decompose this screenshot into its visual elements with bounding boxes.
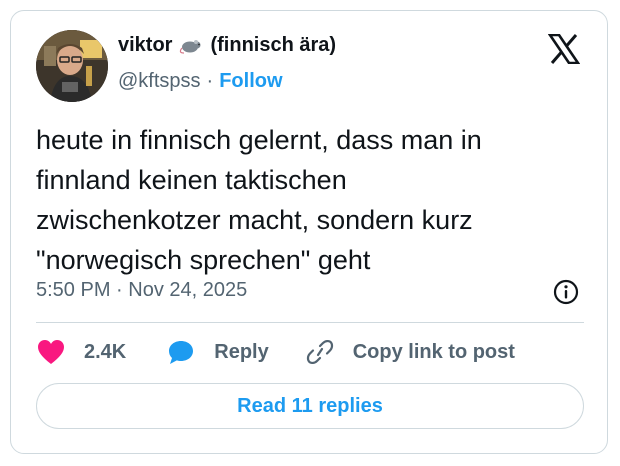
like-button[interactable]: 2.4K — [36, 338, 126, 366]
speech-bubble-icon — [169, 341, 194, 364]
author-display-name[interactable]: viktor — [118, 34, 172, 57]
rat-emoji-icon — [178, 37, 204, 55]
author-name-suffix[interactable]: (finnisch ära) — [210, 34, 336, 57]
follow-button[interactable]: Follow — [219, 70, 282, 92]
post-timestamp[interactable]: 5:50 PM · Nov 24, 2025 — [36, 279, 247, 302]
divider — [36, 322, 584, 323]
separator-dot: · — [206, 70, 214, 92]
action-bar: 2.4K Reply Copy link to post — [36, 336, 515, 368]
post-text: heute in finnisch gelernt, dass man in f… — [36, 125, 482, 275]
link-icon — [306, 339, 333, 365]
author-name-line[interactable]: viktor (finnisch ära) — [118, 34, 336, 57]
author-handle-line: @kftspss · Follow — [118, 70, 283, 93]
heart-icon — [38, 340, 64, 364]
reply-label: Reply — [214, 340, 269, 363]
x-logo-icon[interactable] — [547, 33, 581, 65]
author-handle[interactable]: @kftspss — [118, 70, 201, 92]
info-icon[interactable] — [553, 279, 579, 305]
read-replies-label: Read 11 replies — [237, 394, 383, 417]
read-replies-button[interactable]: Read 11 replies — [36, 383, 584, 429]
avatar[interactable] — [36, 30, 108, 102]
copy-link-label: Copy link to post — [352, 340, 515, 363]
like-count: 2.4K — [84, 340, 127, 363]
reply-button[interactable]: Reply — [166, 338, 269, 366]
copy-link-button[interactable]: Copy link to post — [305, 338, 515, 366]
